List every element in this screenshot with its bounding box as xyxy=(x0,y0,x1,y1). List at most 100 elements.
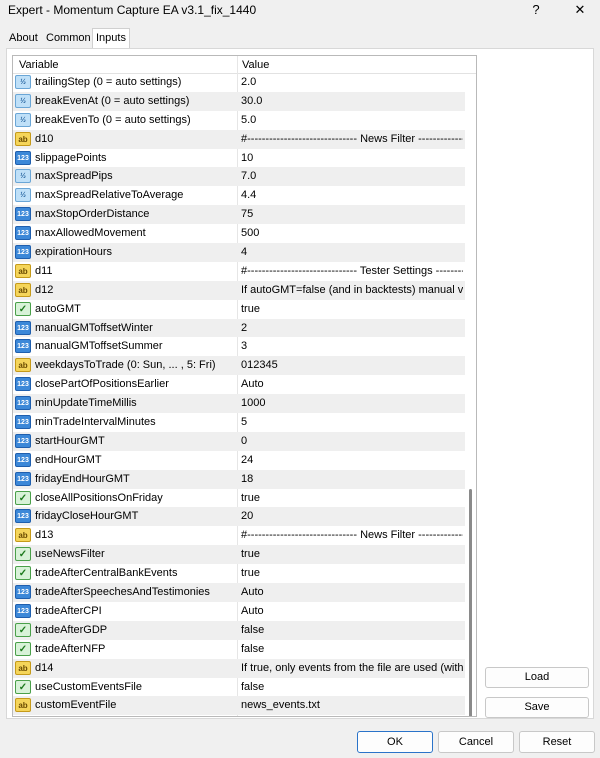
variable-value[interactable]: #------------------------------ News Fil… xyxy=(241,529,463,541)
variable-value[interactable]: 5.0 xyxy=(241,114,463,126)
table-row[interactable]: 123 minUpdateTimeMillis 1000 xyxy=(13,394,465,414)
variable-value[interactable]: 2 xyxy=(241,322,463,334)
variable-value[interactable]: 7.0 xyxy=(241,170,463,182)
variable-value[interactable]: 1000 xyxy=(241,397,463,409)
tab-about[interactable]: About xyxy=(6,29,41,47)
scrollbar-thumb[interactable] xyxy=(469,489,472,716)
variable-value[interactable]: 500 xyxy=(241,227,463,239)
string-type-icon: ab xyxy=(15,131,31,146)
variable-name: tradeAfterSpeechesAndTestimonies xyxy=(35,586,210,599)
help-button[interactable]: ? xyxy=(518,0,554,22)
variable-value[interactable]: 3 xyxy=(241,340,463,352)
tab-common[interactable]: Common xyxy=(43,29,94,47)
table-row[interactable]: ½ breakEvenTo (0 = auto settings) 5.0 xyxy=(13,111,465,130)
table-row[interactable]: 123 slippagePoints 10 xyxy=(13,149,465,168)
table-row[interactable]: 123 fridayCloseHourGMT 20 xyxy=(13,507,465,527)
boolean-type-icon: ✓ xyxy=(15,301,31,316)
save-button[interactable]: Save xyxy=(485,697,589,718)
table-row[interactable]: ½ maxSpreadPips 7.0 xyxy=(13,167,465,187)
table-row[interactable]: 123 endHourGMT 24 xyxy=(13,451,465,470)
variable-value[interactable]: true xyxy=(241,548,463,560)
variable-value[interactable]: Auto xyxy=(241,378,463,390)
variable-value[interactable]: If autoGMT=false (and in backtests) manu… xyxy=(241,284,463,296)
variable-value[interactable]: 20 xyxy=(241,510,463,522)
variable-value[interactable]: Auto xyxy=(241,605,463,617)
variable-value[interactable]: true xyxy=(241,303,463,315)
variable-value[interactable]: 30.0 xyxy=(241,95,463,107)
variable-name: breakEvenTo (0 = auto settings) xyxy=(35,113,191,126)
table-row[interactable]: ✓ autoGMT true xyxy=(13,300,465,319)
integer-type-icon: 123 xyxy=(15,415,31,430)
load-button[interactable]: Load xyxy=(485,667,589,688)
variable-value[interactable]: true xyxy=(241,492,463,504)
variable-value[interactable]: 012345 xyxy=(241,359,463,371)
variable-value[interactable]: Auto xyxy=(241,586,463,598)
table-row[interactable]: ab d12 If autoGMT=false (and in backtests)… xyxy=(13,280,465,300)
variable-value[interactable]: 10 xyxy=(241,152,463,164)
boolean-type-icon: ✓ xyxy=(15,641,31,656)
table-row[interactable]: ✓ tradeAfterGDP false xyxy=(13,620,465,640)
variable-value[interactable]: 2.0 xyxy=(241,76,463,88)
variable-value[interactable]: #------------------------------ Tester S… xyxy=(241,265,463,277)
table-row[interactable]: 123 tradeAfterCPI Auto xyxy=(13,602,465,621)
variable-value[interactable]: 5 xyxy=(241,416,463,428)
table-row[interactable]: ✓ useNewsFilter true xyxy=(13,545,465,565)
table-row[interactable]: 123 startHourGMT 0 xyxy=(13,431,465,451)
variable-value[interactable]: 4.4 xyxy=(241,189,463,201)
table-row[interactable]: 123 maxAllowedMovement 500 xyxy=(13,224,465,243)
variable-value[interactable]: 0 xyxy=(241,435,463,447)
string-type-icon: ab xyxy=(15,282,31,297)
variable-name: useCustomEventsFile xyxy=(35,680,142,693)
ok-button[interactable]: OK xyxy=(357,731,433,753)
close-button[interactable]: ✕ xyxy=(562,0,598,22)
table-row[interactable]: 123 maxStopOrderDistance 75 xyxy=(13,205,465,225)
table-row[interactable]: ½ trailingStep (0 = auto settings) 2.0 xyxy=(13,73,465,92)
table-row[interactable]: ✓ tradeAfterNFP false xyxy=(13,640,465,659)
table-row[interactable]: 123 manualGMToffsetSummer 3 xyxy=(13,337,465,356)
variable-name: maxSpreadPips xyxy=(35,170,113,183)
table-row[interactable]: ab d13 #------------------------------ New… xyxy=(13,526,465,545)
table-row[interactable]: ✓ closeAllPositionsOnFriday true xyxy=(13,489,465,508)
table-row[interactable]: ab d14 If true, only events from the file … xyxy=(13,658,465,678)
variable-value[interactable]: false xyxy=(241,643,463,655)
variable-value[interactable]: true xyxy=(241,567,463,579)
double-type-icon: ½ xyxy=(15,188,31,203)
tab-inputs[interactable]: Inputs xyxy=(92,28,130,49)
table-row[interactable]: ab weekdaysToTrade (0: Sun, ... , 5: Fri)… xyxy=(13,356,465,376)
column-header-variable[interactable]: Variable xyxy=(19,59,59,71)
variable-value[interactable]: false xyxy=(241,681,463,693)
table-row[interactable]: 123 tradeAfterSpeechesAndTestimonies Auto xyxy=(13,583,465,602)
vertical-scrollbar[interactable] xyxy=(465,73,476,716)
variable-value[interactable]: 18 xyxy=(241,473,463,485)
cancel-button[interactable]: Cancel xyxy=(438,731,514,753)
table-row[interactable]: ab d11 #------------------------------ Tes… xyxy=(13,262,465,281)
table-row[interactable]: ab d10 #------------------------------ New… xyxy=(13,129,465,149)
variable-value[interactable]: news_events.txt xyxy=(241,699,463,711)
table-row[interactable]: ✓ useCustomEventsFile false xyxy=(13,678,465,697)
variable-name: weekdaysToTrade (0: Sun, ... , 5: Fri) xyxy=(35,359,216,372)
title-bar: Expert - Momentum Capture EA v3.1_fix_14… xyxy=(0,0,600,22)
variable-name: closeAllPositionsOnFriday xyxy=(35,491,163,504)
table-row[interactable]: 123 fridayEndHourGMT 18 xyxy=(13,469,465,489)
variable-value[interactable]: #------------------------------ News Fil… xyxy=(241,133,463,145)
column-header-value[interactable]: Value xyxy=(242,59,269,71)
variable-value[interactable]: If true, only events from the file are u… xyxy=(241,662,463,674)
table-row[interactable]: ab customEventFile news_events.txt xyxy=(13,696,465,716)
table-row[interactable]: ½ maxSpreadRelativeToAverage 4.4 xyxy=(13,186,465,205)
variable-value[interactable]: 4 xyxy=(241,246,463,258)
variable-value[interactable]: false xyxy=(241,624,463,636)
table-row[interactable]: 123 expirationHours 4 xyxy=(13,243,465,262)
table-row[interactable]: 123 manualGMToffsetWinter 2 xyxy=(13,318,465,338)
table-row[interactable]: ½ breakEvenAt (0 = auto settings) 30.0 xyxy=(13,91,465,111)
boolean-type-icon: ✓ xyxy=(15,622,31,637)
variable-name: maxSpreadRelativeToAverage xyxy=(35,189,184,202)
variable-name: closePartOfPositionsEarlier xyxy=(35,378,169,391)
table-row[interactable]: 123 closePartOfPositionsEarlier Auto xyxy=(13,375,465,394)
variable-value[interactable]: 24 xyxy=(241,454,463,466)
integer-type-icon: 123 xyxy=(15,509,31,524)
table-row[interactable]: 123 minTradeIntervalMinutes 5 xyxy=(13,413,465,432)
table-row[interactable]: ✓ tradeAfterCentralBankEvents true xyxy=(13,564,465,583)
variable-value[interactable]: 75 xyxy=(241,208,463,220)
reset-button[interactable]: Reset xyxy=(519,731,595,753)
variable-name: d12 xyxy=(35,283,54,296)
